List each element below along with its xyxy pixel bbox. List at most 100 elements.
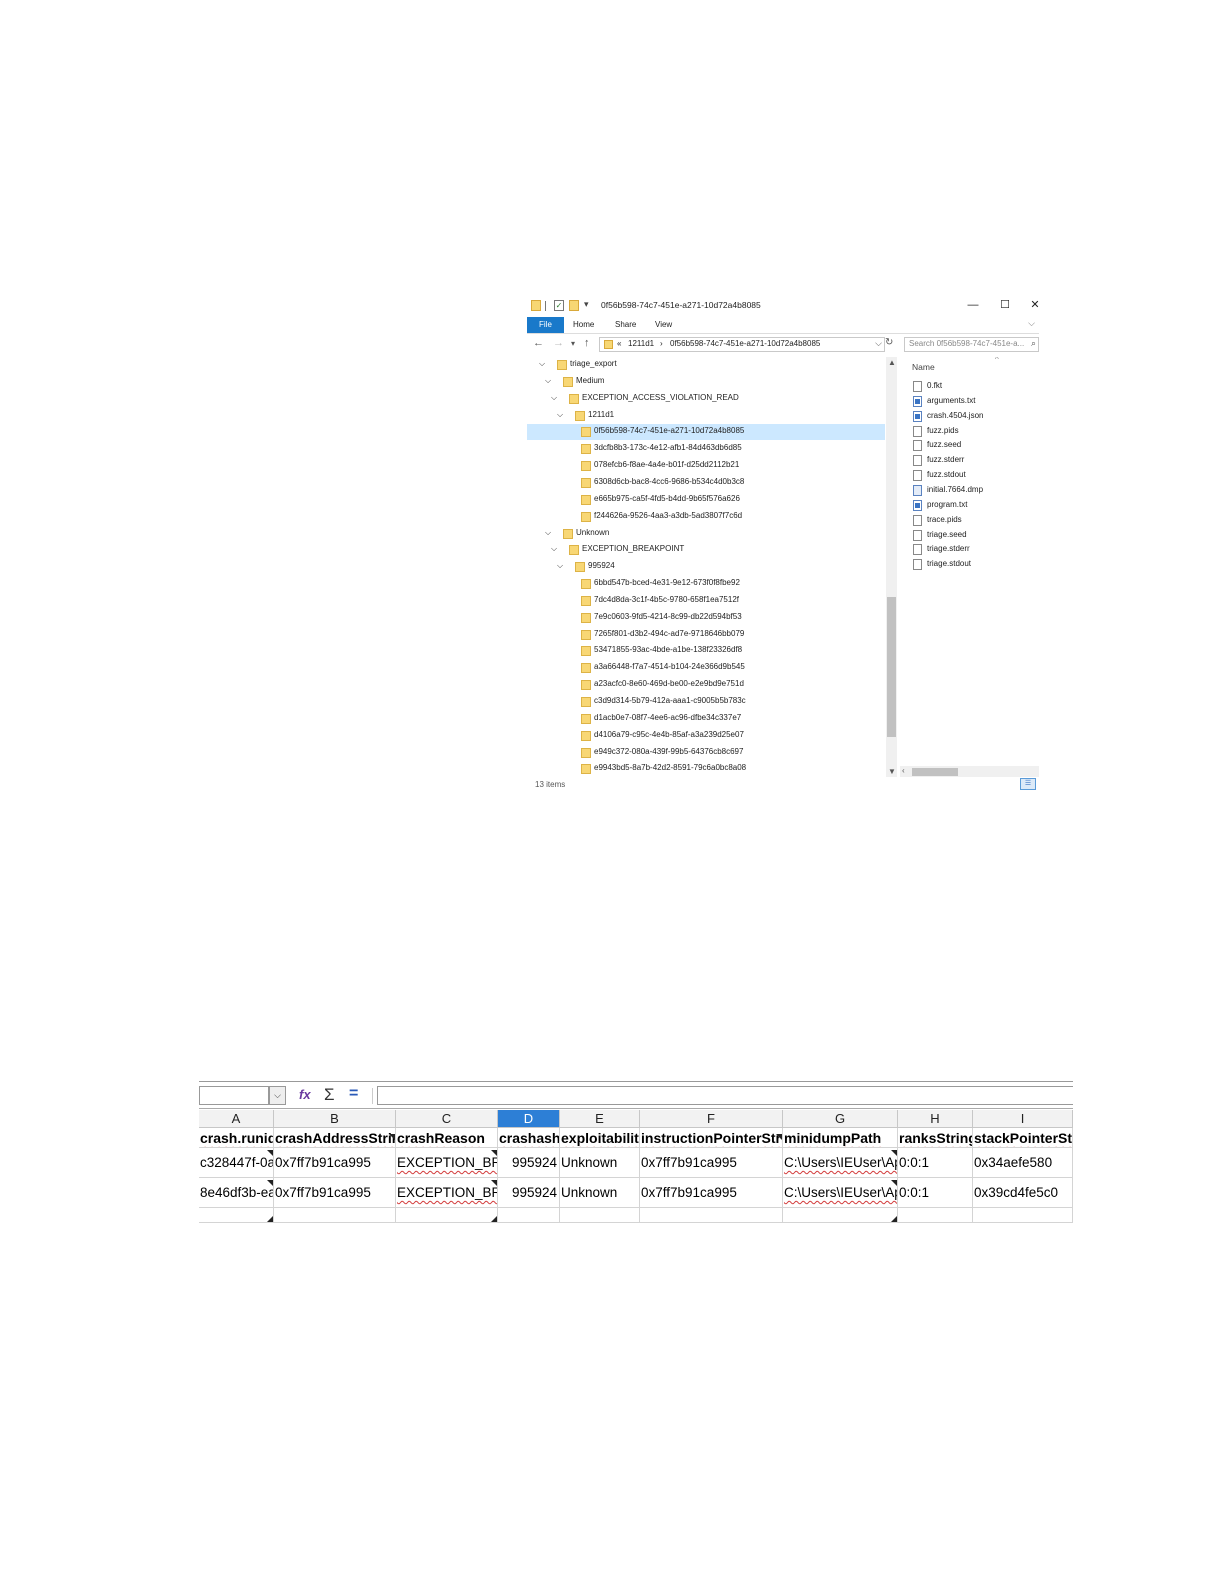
empty-cell[interactable] bbox=[898, 1208, 973, 1223]
data-cell[interactable]: EXCEPTION_BR bbox=[396, 1148, 498, 1178]
properties-icon[interactable]: ✓ bbox=[554, 300, 564, 311]
up-arrow-icon[interactable]: ↑ bbox=[584, 337, 590, 349]
data-cell[interactable]: 0x7ff7b91ca995 bbox=[274, 1148, 396, 1178]
scroll-down-icon[interactable]: ▼ bbox=[888, 767, 896, 776]
empty-cell[interactable] bbox=[640, 1208, 783, 1223]
chevron-down-icon[interactable]: ⌵ bbox=[545, 528, 551, 538]
quick-access-dropdown-icon[interactable]: ▾ bbox=[584, 299, 589, 310]
details-view-icon[interactable]: ☰ bbox=[1020, 778, 1036, 790]
tree-item[interactable]: e665b975-ca5f-4fd5-b4dd-9b65f576a626 bbox=[527, 492, 885, 508]
tree-item[interactable]: 7265f801-d3b2-494c-ad7e-9718646bb079 bbox=[527, 627, 885, 643]
tree-item[interactable]: d4106a79-c95c-4e4b-85af-a3a239d25e07 bbox=[527, 728, 885, 744]
scrollbar-thumb[interactable] bbox=[912, 768, 958, 776]
tab-view[interactable]: View bbox=[655, 317, 672, 333]
scrollbar-thumb[interactable] bbox=[887, 597, 896, 737]
empty-cell[interactable] bbox=[560, 1208, 640, 1223]
header-cell[interactable]: ranksString bbox=[898, 1128, 973, 1148]
forward-arrow-icon[interactable]: → bbox=[553, 337, 564, 349]
header-cell[interactable]: instructionPointerString bbox=[640, 1128, 783, 1148]
address-bar[interactable]: « 1211d1 › 0f56b598-74c7-451e-a271-10d72… bbox=[599, 337, 885, 352]
expand-ribbon-icon[interactable]: ⌵ bbox=[1028, 318, 1035, 329]
formula-icon[interactable]: = bbox=[349, 1085, 358, 1103]
name-box[interactable] bbox=[199, 1086, 269, 1105]
column-header-a[interactable]: A bbox=[199, 1110, 274, 1128]
file-item[interactable]: initial.7664.dmp bbox=[912, 483, 1039, 498]
column-header-c[interactable]: C bbox=[396, 1110, 498, 1128]
tree-item[interactable]: ⌵ Medium bbox=[527, 374, 885, 390]
breadcrumb-item[interactable]: 1211d1 bbox=[628, 339, 654, 348]
data-cell[interactable]: 0x39cd4fe5c0 bbox=[973, 1178, 1073, 1208]
column-header-h[interactable]: H bbox=[898, 1110, 973, 1128]
file-item[interactable]: arguments.txt bbox=[912, 394, 1039, 409]
column-header-b[interactable]: B bbox=[274, 1110, 396, 1128]
file-item[interactable]: fuzz.stdout bbox=[912, 468, 1039, 483]
chevron-down-icon[interactable]: ⌵ bbox=[557, 410, 563, 420]
tree-item[interactable]: 53471855-93ac-4bde-a1be-138f23326df8 bbox=[527, 643, 885, 659]
refresh-icon[interactable]: ↻ bbox=[885, 337, 893, 348]
data-cell[interactable]: 995924 bbox=[498, 1148, 560, 1178]
data-cell[interactable]: 0x34aefe580 bbox=[973, 1148, 1073, 1178]
formula-input[interactable] bbox=[377, 1086, 1073, 1105]
file-list-scrollbar[interactable]: ‹ bbox=[900, 766, 1039, 777]
name-column-header[interactable]: Name bbox=[912, 362, 935, 372]
chevron-down-icon[interactable]: ⌵ bbox=[545, 376, 551, 386]
data-cell[interactable]: c328447f-0a bbox=[199, 1148, 274, 1178]
header-cell[interactable]: exploitability bbox=[560, 1128, 640, 1148]
data-cell[interactable]: 0x7ff7b91ca995 bbox=[640, 1178, 783, 1208]
file-item[interactable]: trace.pids bbox=[912, 513, 1039, 528]
data-cell[interactable]: 8e46df3b-ea bbox=[199, 1178, 274, 1208]
column-header-d[interactable]: D bbox=[498, 1110, 560, 1128]
navigation-scrollbar[interactable]: ▲ ▼ bbox=[886, 357, 897, 777]
data-cell[interactable]: 0x7ff7b91ca995 bbox=[274, 1178, 396, 1208]
search-box[interactable]: Search 0f56b598-74c7-451e-a... ⌕ bbox=[904, 337, 1039, 352]
column-header-f[interactable]: F bbox=[640, 1110, 783, 1128]
data-cell[interactable]: 0:0:1 bbox=[898, 1148, 973, 1178]
tree-item[interactable]: 6308d6cb-bac8-4cc6-9686-b534c4d0b3c8 bbox=[527, 475, 885, 491]
minimize-button[interactable]: — bbox=[961, 296, 985, 314]
tree-item[interactable]: a3a66448-f7a7-4514-b104-24e366d9b545 bbox=[527, 660, 885, 676]
tree-item[interactable]: 0f56b598-74c7-451e-a271-10d72a4b8085 bbox=[527, 424, 885, 441]
chevron-down-icon[interactable]: ⌵ bbox=[551, 544, 557, 554]
column-header-e[interactable]: E bbox=[560, 1110, 640, 1128]
tree-item[interactable]: ⌵ EXCEPTION_BREAKPOINT bbox=[527, 542, 885, 558]
name-box-dropdown-icon[interactable]: ⌵ bbox=[269, 1086, 286, 1105]
back-arrow-icon[interactable]: ← bbox=[533, 337, 544, 349]
empty-cell[interactable] bbox=[498, 1208, 560, 1223]
tree-item[interactable]: e949c372-080a-439f-99b5-64376cb8c697 bbox=[527, 745, 885, 761]
empty-cell[interactable] bbox=[199, 1208, 274, 1223]
maximize-button[interactable]: ☐ bbox=[993, 296, 1017, 314]
chevron-down-icon[interactable]: ⌵ bbox=[557, 561, 563, 571]
data-cell[interactable]: Unknown bbox=[560, 1178, 640, 1208]
empty-cell[interactable] bbox=[396, 1208, 498, 1223]
file-item[interactable]: triage.stderr bbox=[912, 542, 1039, 557]
tree-item[interactable]: 7dc4d8da-3c1f-4b5c-9780-658f1ea7512f bbox=[527, 593, 885, 609]
tree-item[interactable]: 6bbd547b-bced-4e31-9e12-673f0f8fbe92 bbox=[527, 576, 885, 592]
tree-item[interactable]: e9943bd5-8a7b-42d2-8591-79c6a0bc8a08 bbox=[527, 761, 885, 777]
data-cell[interactable]: C:\Users\IEUser\Ap bbox=[783, 1178, 898, 1208]
data-cell[interactable]: C:\Users\IEUser\Ap bbox=[783, 1148, 898, 1178]
chevron-down-icon[interactable]: ⌵ bbox=[551, 393, 557, 403]
tree-item[interactable]: d1acb0e7-08f7-4ee6-ac96-dfbe34c337e7 bbox=[527, 711, 885, 727]
file-item[interactable]: 0.fkt bbox=[912, 379, 1039, 394]
empty-cell[interactable] bbox=[973, 1208, 1073, 1223]
tree-item[interactable]: f244626a-9526-4aa3-a3db-5ad3807f7c6d bbox=[527, 509, 885, 525]
tree-item[interactable]: 078efcb6-f8ae-4a4e-b01f-d25dd2112b21 bbox=[527, 458, 885, 474]
sum-icon[interactable]: Σ bbox=[324, 1085, 335, 1105]
tree-item[interactable]: 7e9c0603-9fd5-4214-8c99-db22d594bf53 bbox=[527, 610, 885, 626]
header-cell[interactable]: crashash bbox=[498, 1128, 560, 1148]
tab-home[interactable]: Home bbox=[573, 317, 594, 333]
header-cell[interactable]: stackPointerString bbox=[973, 1128, 1073, 1148]
file-item[interactable]: fuzz.seed bbox=[912, 438, 1039, 453]
file-item[interactable]: fuzz.stderr bbox=[912, 453, 1039, 468]
data-cell[interactable]: 995924 bbox=[498, 1178, 560, 1208]
function-wizard-icon[interactable]: fx bbox=[299, 1087, 311, 1102]
file-item[interactable]: crash.4504.json bbox=[912, 409, 1039, 424]
chevron-down-icon[interactable]: ⌵ bbox=[539, 359, 545, 369]
data-cell[interactable]: Unknown bbox=[560, 1148, 640, 1178]
empty-cell[interactable] bbox=[274, 1208, 396, 1223]
tab-share[interactable]: Share bbox=[615, 317, 636, 333]
header-cell[interactable]: crashReason bbox=[396, 1128, 498, 1148]
tree-item[interactable]: ⌵ 995924 bbox=[527, 559, 885, 575]
tab-file[interactable]: File bbox=[527, 317, 564, 333]
data-cell[interactable]: EXCEPTION_BR bbox=[396, 1178, 498, 1208]
